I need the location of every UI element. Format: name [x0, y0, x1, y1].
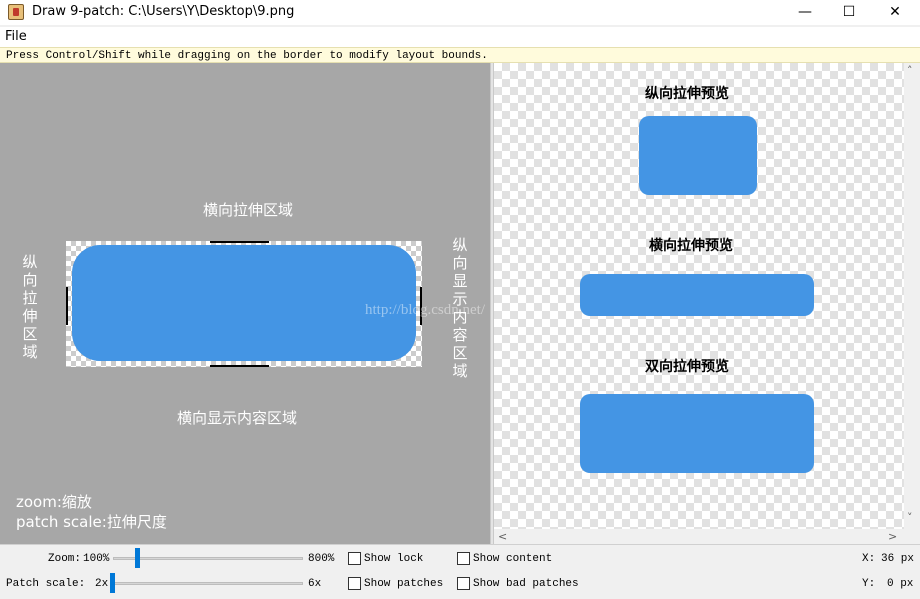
window-title: Draw 9-patch: C:\Users\Y\Desktop\9.png [32, 4, 295, 19]
patch-scale-min-label: 2x [95, 578, 109, 590]
preview-pane: 纵向拉伸预览 横向拉伸预览 双向拉伸预览 [494, 63, 904, 529]
zoom-max-label: 800% [308, 553, 335, 565]
patch-scale-slider-track[interactable] [111, 582, 303, 585]
preview-title-horizontal: 横向拉伸预览 [649, 238, 733, 254]
scroll-up-arrow-icon[interactable]: ˄ [907, 64, 913, 77]
maximize-button[interactable]: ☐ [826, 0, 872, 25]
legend-patch-scale: patch scale:拉伸尺度 [16, 513, 167, 531]
scroll-left-arrow-icon[interactable]: < [498, 530, 507, 543]
preview-both-shape [580, 394, 814, 473]
zoom-min-label: 100% [83, 553, 110, 565]
watermark-text: http://blog.csdn.net/ [365, 302, 485, 318]
java-app-icon [8, 4, 24, 20]
y-coordinate-value: 0 px [887, 578, 914, 590]
preview-vertical-scrollbar[interactable]: ˄ ˅ [904, 63, 920, 529]
scroll-right-arrow-icon[interactable]: > [888, 530, 897, 543]
preview-vertical-shape [639, 116, 757, 195]
zoom-slider-track[interactable] [113, 557, 303, 560]
hint-bar: Press Control/Shift while dragging on th… [0, 47, 920, 63]
label-horizontal-content-area: 横向显示内容区域 [177, 409, 298, 427]
patch-marker-top[interactable] [210, 241, 269, 243]
close-button[interactable]: ✕ [872, 0, 918, 25]
label-horizontal-stretch-area: 横向拉伸区域 [203, 201, 294, 219]
minimize-button[interactable]: — [782, 0, 828, 25]
y-coordinate-label: Y: [862, 578, 876, 590]
legend-zoom: zoom:缩放 [16, 493, 92, 511]
hint-text: Press Control/Shift while dragging on th… [6, 50, 488, 62]
preview-title-vertical: 纵向拉伸预览 [645, 86, 729, 102]
show-lock-checkbox[interactable] [348, 552, 361, 565]
patch-editor-pane[interactable]: 横向拉伸区域 纵向拉伸区域 纵向显示内容区域 横向显示内容区域 http://b… [0, 63, 490, 544]
show-bad-patches-checkbox[interactable] [457, 577, 470, 590]
patch-scale-label: Patch scale: [6, 578, 86, 590]
scroll-down-arrow-icon[interactable]: ˅ [907, 511, 913, 524]
x-coordinate-label: X: [862, 553, 876, 565]
zoom-label: Zoom: [48, 553, 82, 565]
controls-panel: Zoom: 100% 800% Patch scale: 2x 6x Show … [0, 544, 920, 599]
patch-marker-left[interactable] [66, 287, 68, 325]
show-patches-label[interactable]: Show patches [364, 578, 443, 590]
zoom-slider-thumb[interactable] [135, 548, 140, 568]
show-patches-checkbox[interactable] [348, 577, 361, 590]
preview-horizontal-scrollbar[interactable]: < > [494, 529, 904, 544]
menu-file[interactable]: File [5, 29, 27, 44]
preview-title-both: 双向拉伸预览 [645, 359, 729, 375]
preview-horizontal-shape [580, 274, 814, 316]
show-bad-patches-label[interactable]: Show bad patches [473, 578, 579, 590]
x-coordinate-value: 36 px [881, 553, 915, 565]
show-content-label[interactable]: Show content [473, 553, 552, 565]
show-content-checkbox[interactable] [457, 552, 470, 565]
title-bar: Draw 9-patch: C:\Users\Y\Desktop\9.png —… [0, 0, 920, 25]
patch-scale-slider-thumb[interactable] [110, 573, 115, 593]
scrollbar-corner [904, 529, 920, 544]
menu-bar: File [0, 27, 920, 47]
patch-scale-max-label: 6x [308, 578, 322, 590]
label-vertical-stretch-area: 纵向拉伸区域 [22, 253, 38, 361]
patch-marker-bottom[interactable] [210, 365, 269, 367]
show-lock-label[interactable]: Show lock [364, 553, 423, 565]
